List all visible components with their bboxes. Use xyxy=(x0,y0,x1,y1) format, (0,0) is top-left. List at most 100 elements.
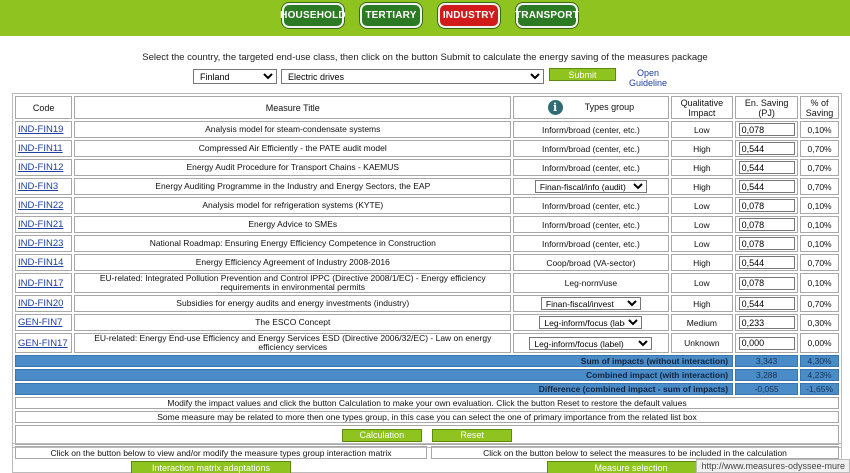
qualitative-impact: Medium xyxy=(670,314,734,331)
submit-button[interactable]: Submit xyxy=(549,68,616,81)
measure-title: Energy Auditing Programme in the Industr… xyxy=(74,178,512,195)
nav-industry-button[interactable]: INDUSTRY xyxy=(438,3,500,28)
measure-title: Compressed Air Efficiently - the PATE au… xyxy=(74,140,512,157)
open-guideline-link[interactable]: Open Guideline xyxy=(626,68,670,88)
qualitative-impact: Low xyxy=(670,235,734,252)
measure-code-link[interactable]: GEN-FIN17 xyxy=(18,338,68,349)
summary-percent: 4,30% xyxy=(800,355,839,367)
measure-code-link[interactable]: IND-FIN17 xyxy=(18,278,63,289)
types-group-select[interactable]: Finan-fiscal/invest xyxy=(540,297,641,310)
summary-percent: -1,65% xyxy=(800,383,839,395)
qualitative-impact: High xyxy=(670,178,734,195)
saving-input[interactable] xyxy=(738,316,795,329)
reset-button[interactable]: Reset xyxy=(432,428,513,442)
measure-code-link[interactable]: IND-FIN22 xyxy=(18,200,63,211)
qualitative-impact: Low xyxy=(670,216,734,233)
saving-cell xyxy=(735,216,799,233)
saving-input[interactable] xyxy=(738,256,795,269)
end-use-select[interactable]: Electric drives xyxy=(281,69,544,84)
table-row: IND-FIN22 Analysis model for refrigerati… xyxy=(15,197,839,214)
info-icon[interactable]: i xyxy=(547,100,563,115)
note-text: Modify the impact values and click the b… xyxy=(15,397,839,409)
code-cell: IND-FIN22 xyxy=(15,197,73,214)
measure-code-link[interactable]: IND-FIN14 xyxy=(18,257,63,268)
summary-saving: 3,343 xyxy=(735,355,799,367)
summary-label: Combined impact (with interaction) xyxy=(15,369,734,381)
code-cell: IND-FIN23 xyxy=(15,235,73,252)
header-types-group: i Types group xyxy=(513,96,669,119)
code-cell: GEN-FIN17 xyxy=(15,333,73,353)
table-row: IND-FIN11 Compressed Air Efficiently - t… xyxy=(15,140,839,157)
saving-input[interactable] xyxy=(738,180,795,193)
types-group-cell: Finan-fiscal/invest xyxy=(513,295,669,312)
percent-saving: 0,70% xyxy=(800,254,839,271)
types-group-select[interactable]: Finan-fiscal/info (audit) xyxy=(534,180,647,193)
code-cell: GEN-FIN7 xyxy=(15,314,73,331)
measure-code-link[interactable]: IND-FIN3 xyxy=(18,181,58,192)
table-row: IND-FIN19 Analysis model for steam-conde… xyxy=(15,121,839,138)
code-cell: IND-FIN20 xyxy=(15,295,73,312)
calculation-button[interactable]: Calculation xyxy=(341,428,422,442)
saving-input[interactable] xyxy=(738,142,795,155)
saving-input[interactable] xyxy=(738,199,795,212)
types-group-cell: Leg-inform/focus (label) xyxy=(513,314,669,331)
header-measure-title: Measure Title xyxy=(74,96,512,119)
saving-cell xyxy=(735,159,799,176)
nav-tertiary-button[interactable]: TERTIARY xyxy=(360,3,422,28)
saving-input[interactable] xyxy=(738,276,795,290)
measure-code-link[interactable]: IND-FIN20 xyxy=(18,298,63,309)
saving-cell xyxy=(735,140,799,157)
types-group-cell: Leg-inform/focus (label) xyxy=(513,333,669,353)
measure-code-link[interactable]: IND-FIN23 xyxy=(18,238,63,249)
header-energy-saving: En. Saving (PJ) xyxy=(735,96,799,119)
measure-selection-button[interactable]: Measure selection xyxy=(547,461,715,473)
types-group: Inform/broad (center, etc.) xyxy=(513,121,669,138)
interaction-matrix-hint: Click on the button below to view and/or… xyxy=(15,446,427,459)
header-percent-saving: % of Saving xyxy=(800,96,839,119)
measure-code-link[interactable]: GEN-FIN7 xyxy=(18,317,62,328)
percent-saving: 0,00% xyxy=(800,333,839,353)
summary-percent: 4,23% xyxy=(800,369,839,381)
nav-household-button[interactable]: HOUSEHOLD xyxy=(280,3,346,28)
country-select[interactable]: Finland xyxy=(193,69,277,84)
measure-code-link[interactable]: IND-FIN19 xyxy=(18,124,63,135)
types-group-select[interactable]: Leg-inform/focus (label) xyxy=(529,336,653,350)
percent-saving: 0,70% xyxy=(800,178,839,195)
saving-input[interactable] xyxy=(738,336,795,350)
percent-saving: 0,10% xyxy=(800,216,839,233)
saving-cell xyxy=(735,178,799,195)
saving-input[interactable] xyxy=(738,237,795,250)
measure-title: National Roadmap: Ensuring Energy Effici… xyxy=(74,235,512,252)
saving-cell xyxy=(735,295,799,312)
status-url: http://www.measures-odyssee-mure xyxy=(696,459,850,473)
measure-code-link[interactable]: IND-FIN21 xyxy=(18,219,63,230)
nav-transport-button[interactable]: TRANSPORT xyxy=(515,3,579,28)
saving-input[interactable] xyxy=(738,161,795,174)
percent-saving: 0,10% xyxy=(800,121,839,138)
measures-table: Code Measure Title i Types group Qualitat… xyxy=(12,93,842,448)
table-row: IND-FIN17 EU-related: Integrated Polluti… xyxy=(15,273,839,293)
measure-code-link[interactable]: IND-FIN11 xyxy=(18,143,63,154)
code-cell: IND-FIN12 xyxy=(15,159,73,176)
table-row: IND-FIN21 Energy Advice to SMEs Inform/b… xyxy=(15,216,839,233)
summary-label: Sum of impacts (without interaction) xyxy=(15,355,734,367)
saving-input[interactable] xyxy=(738,218,795,231)
code-cell: IND-FIN17 xyxy=(15,273,73,293)
percent-saving: 0,10% xyxy=(800,273,839,293)
percent-saving: 0,70% xyxy=(800,295,839,312)
interaction-matrix-button[interactable]: Interaction matrix adaptations xyxy=(131,461,291,473)
measure-selection-hint: Click on the button below to select the … xyxy=(431,446,839,459)
qualitative-impact: Unknown xyxy=(670,333,734,353)
saving-cell xyxy=(735,254,799,271)
saving-cell xyxy=(735,273,799,293)
table-row: IND-FIN14 Energy Efficiency Agreement of… xyxy=(15,254,839,271)
measure-code-link[interactable]: IND-FIN12 xyxy=(18,162,63,173)
header-qualitative-impact: Qualitative Impact xyxy=(670,96,734,119)
summary-label: Difference (combined impact - sum of imp… xyxy=(15,383,734,395)
top-nav-bar: HOUSEHOLD TERTIARY INDUSTRY TRANSPORT xyxy=(0,0,850,36)
summary-row: Difference (combined impact - sum of imp… xyxy=(15,383,839,395)
saving-input[interactable] xyxy=(738,297,795,310)
measure-title: EU-related: Integrated Pollution Prevent… xyxy=(74,273,512,293)
saving-input[interactable] xyxy=(738,123,795,136)
types-group-select[interactable]: Leg-inform/focus (label) xyxy=(539,316,643,329)
